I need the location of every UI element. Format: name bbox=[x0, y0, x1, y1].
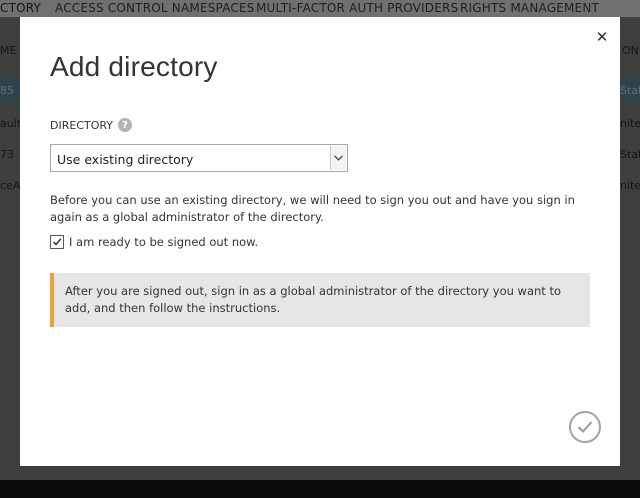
directory-label-text: DIRECTORY bbox=[50, 118, 114, 132]
info-notice: After you are signed out, sign in as a g… bbox=[50, 273, 590, 327]
dialog-title: Add directory bbox=[50, 51, 218, 82]
chevron-down-icon[interactable] bbox=[330, 146, 346, 170]
directory-select[interactable]: Use existing directory bbox=[50, 144, 348, 172]
info-notice-text: After you are signed out, sign in as a g… bbox=[65, 284, 561, 315]
directory-select-value: Use existing directory bbox=[57, 152, 194, 167]
add-directory-dialog: ✕ Add directory DIRECTORY ? Use existing… bbox=[20, 17, 620, 466]
checkmark-icon bbox=[53, 238, 62, 246]
ready-checkbox[interactable] bbox=[50, 235, 64, 249]
close-icon[interactable]: ✕ bbox=[595, 29, 609, 45]
help-icon[interactable]: ? bbox=[118, 118, 133, 132]
ready-checkbox-row: I am ready to be signed out now. bbox=[50, 235, 258, 249]
directory-field-label: DIRECTORY ? bbox=[50, 118, 133, 132]
confirm-button[interactable] bbox=[569, 411, 601, 443]
sign-out-description: Before you can use an existing directory… bbox=[50, 193, 575, 224]
ready-checkbox-label[interactable]: I am ready to be signed out now. bbox=[69, 235, 258, 249]
checkmark-icon bbox=[577, 421, 593, 433]
